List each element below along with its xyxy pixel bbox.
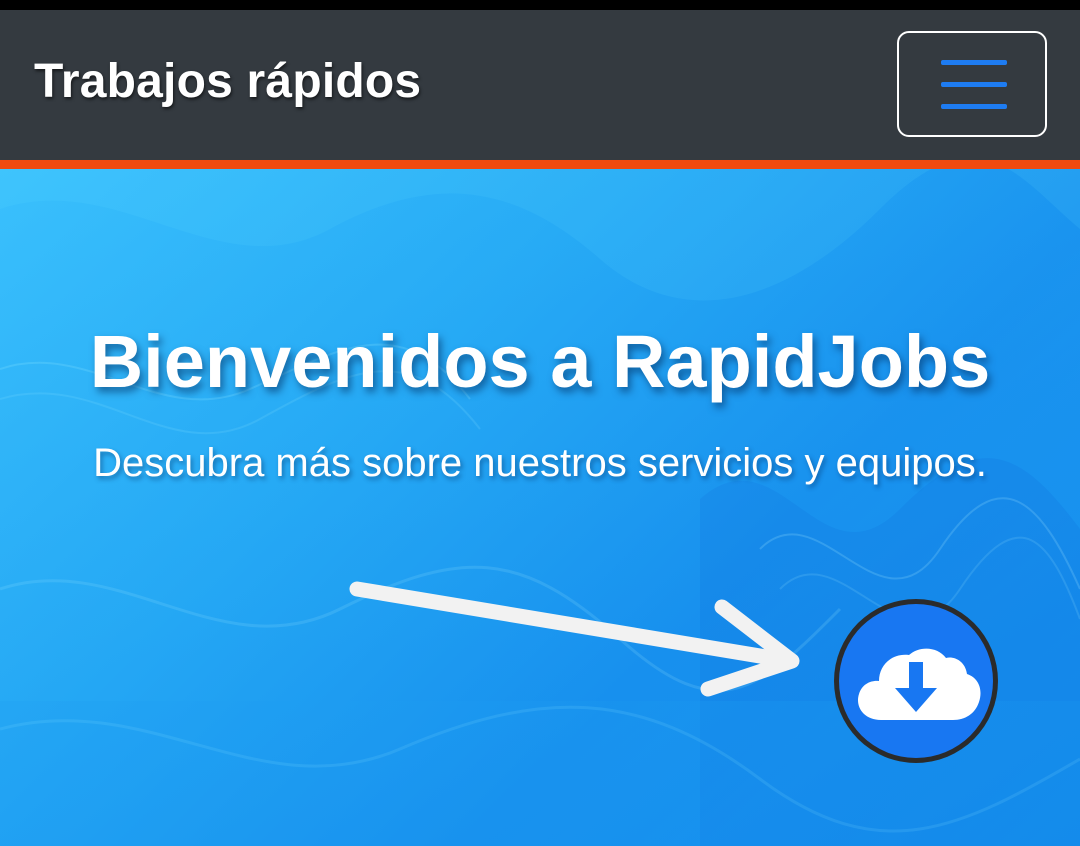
cloud-download-icon xyxy=(834,599,998,763)
navbar-brand[interactable]: Trabajos rápidos xyxy=(34,54,421,109)
hamburger-menu-icon xyxy=(941,60,1007,110)
hero-title: Bienvenidos a RapidJobs xyxy=(89,320,991,403)
download-button[interactable] xyxy=(833,598,999,764)
hero-subtitle: Descubra más sobre nuestros servicios y … xyxy=(93,441,987,485)
hero-banner: Bienvenidos a RapidJobs Descubra más sob… xyxy=(0,169,1080,846)
navbar-accent-border xyxy=(0,160,1080,169)
status-bar-strip xyxy=(0,0,1080,10)
top-navbar: Trabajos rápidos xyxy=(0,10,1080,160)
navbar-toggler-button[interactable] xyxy=(897,31,1047,137)
